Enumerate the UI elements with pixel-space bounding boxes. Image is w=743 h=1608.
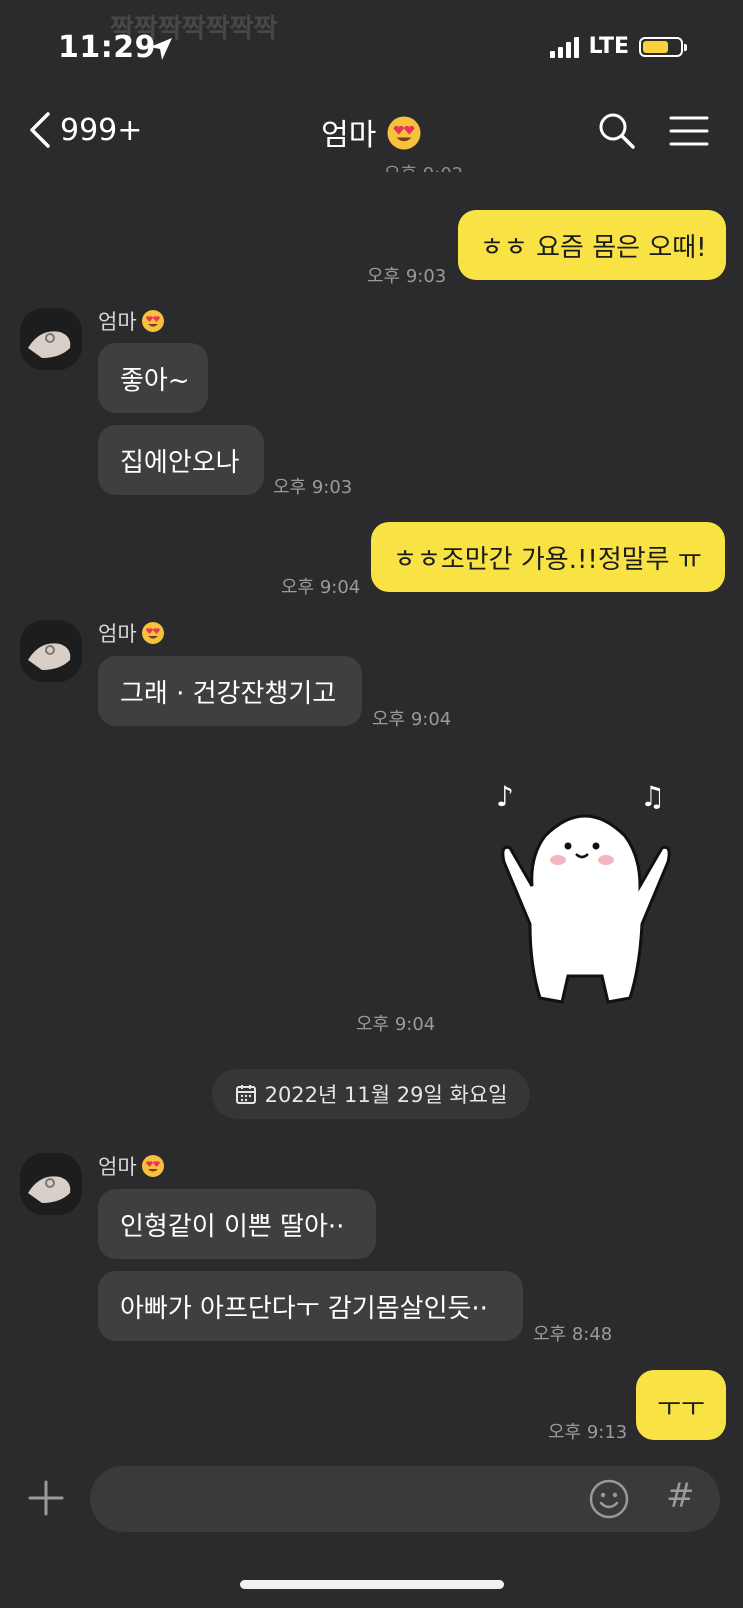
menu-icon[interactable] (668, 110, 710, 152)
outgoing-message[interactable]: ㅜㅜ (636, 1370, 726, 1440)
hashtag-button[interactable]: # (666, 1476, 695, 1516)
outgoing-message[interactable]: ㅎㅎ 요즘 몸은 오때! (458, 210, 726, 280)
message-time: 오후 8:48 (533, 1324, 613, 1345)
message-time: 오후 9:03 (273, 477, 353, 498)
incoming-message[interactable]: 아빠가 아프단다ㅜ 감기몸살인듯·· (98, 1271, 523, 1341)
incoming-message[interactable]: 좋아~ (98, 343, 208, 413)
heart-eyes-emoji-icon (141, 1155, 164, 1177)
message-time: 오후 9:04 (372, 709, 452, 730)
incoming-message[interactable]: 인형같이 이쁜 딸아·· (98, 1189, 376, 1259)
calendar-icon (235, 1085, 256, 1104)
message-time: 오후 9:03 (367, 266, 447, 287)
svg-text:♪: ♪ (496, 780, 514, 813)
outgoing-message[interactable]: ㅎㅎ조만간 가용.!!정말루 ㅠ (371, 522, 725, 592)
svg-text:♫: ♫ (640, 780, 665, 813)
network-label: LTE (588, 34, 629, 59)
incoming-message[interactable]: 그래 · 건강잔챙기고 (98, 656, 362, 726)
partial-timestamp: 오후 9:02 (384, 160, 463, 172)
sender-name-text: 엄마 (98, 1155, 137, 1179)
avatar[interactable] (20, 620, 82, 682)
heart-eyes-emoji-icon (387, 116, 421, 150)
incoming-message[interactable]: 집에안오나 (98, 425, 264, 495)
sender-name: 엄마 (98, 1151, 165, 1181)
background-watermark: 짝짝짝짝짝짝짝 (110, 14, 278, 44)
emoticon-icon[interactable] (588, 1478, 630, 1520)
sender-name-text: 엄마 (98, 622, 137, 646)
search-icon[interactable] (596, 110, 638, 152)
avatar[interactable] (20, 1153, 82, 1215)
chat-title-text: 엄마 (321, 118, 377, 153)
signal-icon (549, 36, 579, 58)
message-time: 오후 9:04 (281, 577, 361, 598)
heart-eyes-emoji-icon (141, 310, 164, 332)
message-time: 오후 9:04 (356, 1014, 436, 1035)
message-time: 오후 9:13 (548, 1422, 628, 1443)
heart-eyes-emoji-icon (141, 622, 164, 644)
plus-icon[interactable] (26, 1478, 66, 1518)
date-divider-text: 2022년 11월 29일 화요일 (264, 1083, 508, 1107)
avatar[interactable] (20, 308, 82, 370)
sender-name: 엄마 (98, 618, 165, 648)
sender-name-text: 엄마 (98, 310, 137, 334)
date-divider: 2022년 11월 29일 화요일 (212, 1069, 530, 1119)
status-indicators: LTE (549, 34, 687, 59)
home-indicator (240, 1580, 504, 1589)
battery-icon (639, 36, 687, 57)
dancing-blob-sticker[interactable]: ♪ ♫ (490, 776, 680, 1012)
sender-name: 엄마 (98, 306, 165, 336)
